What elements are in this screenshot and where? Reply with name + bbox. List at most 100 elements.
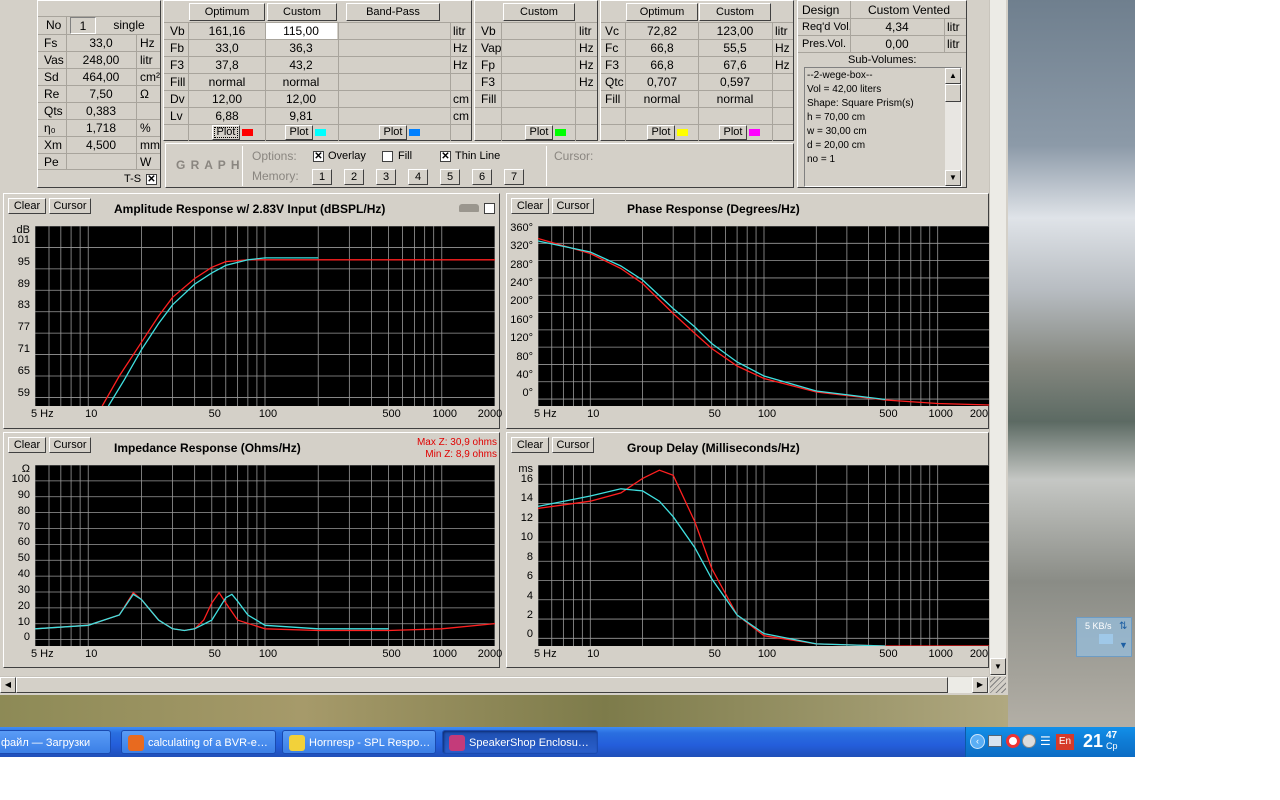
- tray-opera-icon[interactable]: [1006, 734, 1020, 748]
- closed-custom-value[interactable]: 55,5: [699, 40, 771, 57]
- vented-custom-value[interactable]: 115,00: [265, 23, 337, 40]
- vented-custom-button[interactable]: Custom: [267, 3, 337, 21]
- driver-param-value[interactable]: 33,0: [68, 35, 134, 52]
- imp-x-tick: 1000: [432, 648, 458, 660]
- driver-param-value[interactable]: 464,00: [68, 69, 134, 86]
- memory-6-button[interactable]: 6: [472, 169, 492, 185]
- bandpass-plot-button[interactable]: Plot: [379, 125, 407, 140]
- phase-cursor-button[interactable]: Cursor: [552, 198, 594, 214]
- closed-custom-value[interactable]: 123,00: [699, 23, 771, 40]
- amp-plot-area[interactable]: [34, 225, 496, 420]
- thin-line-checkbox[interactable]: ✕: [440, 151, 451, 162]
- tray-collapse-icon[interactable]: ‹: [970, 734, 985, 749]
- closed-custom-button[interactable]: Custom: [699, 3, 771, 21]
- phase-y-tick: 240°: [510, 277, 533, 290]
- network-meter-widget[interactable]: 5 KB/s ⇅ ▼: [1076, 617, 1132, 657]
- phase-clear-button[interactable]: Clear: [511, 198, 549, 214]
- driver-mode-label[interactable]: single: [100, 17, 158, 34]
- vented-optimum-value: normal: [208, 75, 246, 89]
- design-value[interactable]: Custom Vented: [852, 2, 966, 19]
- imp-clear-button[interactable]: Clear: [8, 437, 46, 453]
- closed-custom-plot-button[interactable]: Plot: [719, 125, 747, 140]
- driver-param-value[interactable]: 4,500: [68, 137, 134, 154]
- memory-4-button[interactable]: 4: [408, 169, 428, 185]
- car-icon[interactable]: [459, 204, 479, 212]
- passive-color-swatch: [555, 129, 566, 136]
- memory-2-button[interactable]: 2: [344, 169, 364, 185]
- network-menu-icon[interactable]: ▼: [1119, 640, 1128, 650]
- tray-language-indicator[interactable]: En: [1056, 734, 1074, 750]
- closed-custom-value[interactable]: normal: [699, 91, 771, 108]
- memory-label: Memory:: [252, 169, 299, 183]
- passive-plot-button[interactable]: Plot: [525, 125, 553, 140]
- scroll-down-icon[interactable]: ▼: [945, 170, 961, 186]
- clock-minutes[interactable]: 47: [1106, 730, 1117, 741]
- overlay-checkbox[interactable]: ✕: [313, 151, 324, 162]
- tray-volume-icon[interactable]: ☰: [1040, 734, 1051, 748]
- vented-custom-plot-button[interactable]: Plot: [285, 125, 313, 140]
- vented-custom-value[interactable]: 43,2: [265, 57, 337, 74]
- hscroll-right-icon[interactable]: ▶: [972, 677, 988, 693]
- driver-param-value[interactable]: 1,718: [68, 120, 134, 137]
- horizontal-scrollbar[interactable]: ◀ ▶: [0, 676, 989, 693]
- memory-7-button[interactable]: 7: [504, 169, 524, 185]
- driver-param-value[interactable]: 248,00: [68, 52, 134, 69]
- taskbar-item-hornresp[interactable]: Hornresp - SPL Respo…: [282, 730, 436, 754]
- vented-custom-value[interactable]: 9,81: [265, 108, 337, 125]
- driver-param-unit: cm²: [140, 70, 160, 84]
- driver-no-field[interactable]: 1: [70, 17, 96, 34]
- closed-optimum-plot-button[interactable]: Plot: [647, 125, 675, 140]
- fill-checkbox[interactable]: [382, 151, 393, 162]
- tray-disc-icon[interactable]: [1022, 734, 1036, 748]
- taskbar-item-firefox[interactable]: calculating of a BVR-e…: [121, 730, 276, 754]
- vented-optimum-plot-button[interactable]: Plot: [212, 125, 240, 140]
- vertical-scrollbar[interactable]: ▼: [989, 0, 1006, 676]
- phase-x-tick: 10: [587, 408, 600, 420]
- driver-param-value[interactable]: 7,50: [68, 86, 134, 103]
- scroll-thumb[interactable]: [945, 84, 961, 102]
- imp-cursor-button[interactable]: Cursor: [49, 437, 91, 453]
- imp-y-tick: 80: [17, 504, 30, 517]
- ts-checkbox[interactable]: ✕: [146, 174, 157, 185]
- firefox-icon: [128, 735, 144, 751]
- gd-clear-button[interactable]: Clear: [511, 437, 549, 453]
- vented-optimum-button[interactable]: Optimum: [189, 3, 265, 21]
- scroll-up-icon[interactable]: ▲: [945, 68, 961, 84]
- amp-cursor-button[interactable]: Cursor: [49, 198, 91, 214]
- vented-param-label: Dv: [170, 92, 185, 106]
- amp-car-checkbox[interactable]: [484, 203, 495, 214]
- memory-3-button[interactable]: 3: [376, 169, 396, 185]
- sub-volume-line: no = 1: [807, 154, 836, 165]
- phase-chart-svg: [537, 225, 991, 417]
- vented-custom-value[interactable]: normal: [265, 74, 337, 91]
- vented-custom-value[interactable]: 12,00: [265, 91, 337, 108]
- sub-volumes-scrollbar[interactable]: ▲ ▼: [945, 68, 961, 186]
- taskbar-item-label: Hornresp - SPL Respo…: [309, 737, 431, 749]
- closed-custom-value[interactable]: 67,6: [699, 57, 771, 74]
- imp-plot-area[interactable]: [34, 464, 496, 656]
- taskbar-item-folder[interactable]: файл — Загрузки: [0, 730, 111, 754]
- hscroll-left-icon[interactable]: ◀: [0, 677, 16, 693]
- bandpass-button[interactable]: Band-Pass: [346, 3, 440, 21]
- sub-volumes-list[interactable]: --2-wege-box-- Vol = 42,00 liters Shape: S…: [804, 67, 962, 187]
- closed-optimum-button[interactable]: Optimum: [626, 3, 698, 21]
- vented-param-label: Fb: [170, 41, 185, 55]
- memory-5-button[interactable]: 5: [440, 169, 460, 185]
- passive-custom-button[interactable]: Custom: [503, 3, 575, 21]
- vscroll-down-icon[interactable]: ▼: [990, 658, 1006, 675]
- phase-plot-area[interactable]: [537, 225, 991, 417]
- memory-1-button[interactable]: 1: [312, 169, 332, 185]
- tray-monitor-icon[interactable]: [988, 735, 1002, 747]
- driver-param-value[interactable]: 0,383: [68, 103, 134, 120]
- pres-vol-value[interactable]: 0,00: [852, 36, 942, 53]
- closed-custom-value[interactable]: 0,597: [699, 74, 771, 91]
- resize-grip-icon[interactable]: [990, 677, 1006, 693]
- taskbar-item-speakershop[interactable]: SpeakerShop Enclosu…: [442, 730, 598, 754]
- hscroll-thumb[interactable]: [16, 677, 948, 693]
- clock-hours[interactable]: 21: [1083, 731, 1103, 752]
- gd-cursor-button[interactable]: Cursor: [552, 437, 594, 453]
- vented-param-label: Lv: [170, 109, 183, 123]
- gd-plot-area[interactable]: [537, 464, 991, 658]
- vented-custom-value[interactable]: 36,3: [265, 40, 337, 57]
- amp-clear-button[interactable]: Clear: [8, 198, 46, 214]
